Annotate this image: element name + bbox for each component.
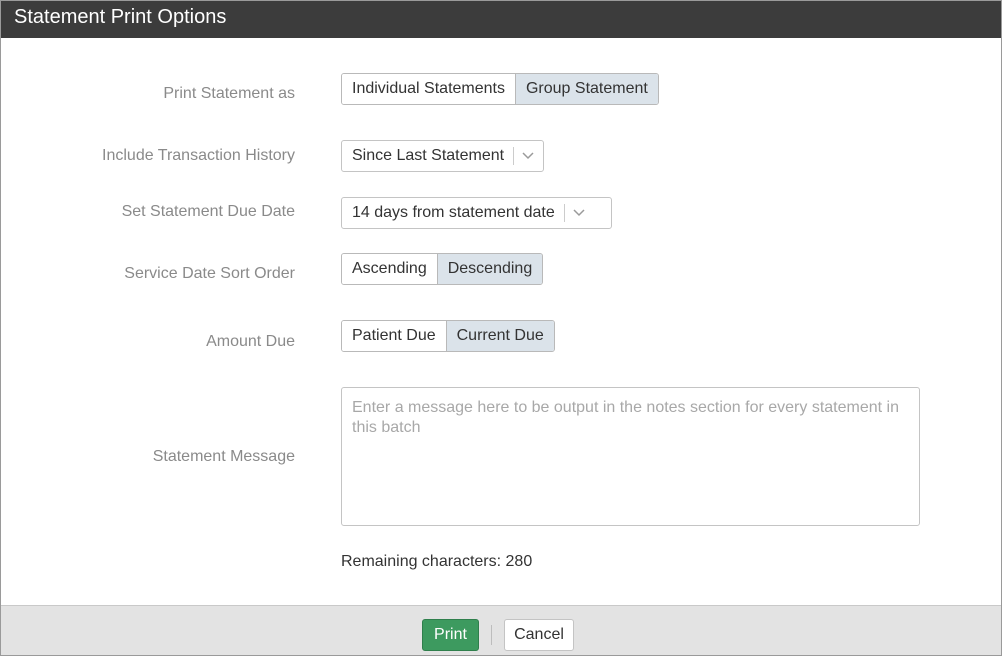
print-button[interactable]: Print: [422, 619, 479, 651]
chevron-down-icon: [565, 198, 593, 228]
print-as-label: Print Statement as: [163, 85, 295, 102]
transaction-history-value: Since Last Statement: [352, 147, 505, 164]
individual-statements-option[interactable]: Individual Statements: [342, 74, 515, 104]
due-date-value: 14 days from statement date: [352, 204, 555, 221]
due-date-select[interactable]: 14 days from statement date: [341, 197, 612, 229]
dialog-footer: Print Cancel: [1, 605, 1001, 655]
due-date-label: Set Statement Due Date: [121, 203, 295, 220]
statement-message-label: Statement Message: [152, 448, 295, 465]
sort-order-toggle: Ascending Descending: [341, 253, 544, 285]
patient-due-option[interactable]: Patient Due: [342, 321, 446, 351]
transaction-history-select[interactable]: Since Last Statement: [341, 140, 544, 172]
dialog-title: Statement Print Options: [1, 1, 1001, 38]
remaining-characters: Remaining characters: 280: [341, 553, 533, 570]
transaction-history-label: Include Transaction History: [102, 147, 295, 164]
amount-due-label: Amount Due: [206, 333, 295, 350]
amount-due-toggle: Patient Due Current Due: [341, 320, 555, 352]
print-as-toggle: Individual Statements Group Statement: [341, 73, 659, 105]
current-due-option[interactable]: Current Due: [445, 321, 554, 351]
cancel-button[interactable]: Cancel: [504, 619, 574, 651]
descending-option[interactable]: Descending: [436, 254, 543, 284]
group-statement-option[interactable]: Group Statement: [514, 74, 658, 104]
footer-divider: [491, 625, 492, 645]
ascending-option[interactable]: Ascending: [342, 254, 437, 284]
sort-order-label: Service Date Sort Order: [124, 265, 295, 282]
statement-message-textarea[interactable]: Enter a message here to be output in the…: [341, 387, 920, 526]
chevron-down-icon: [514, 141, 542, 171]
statement-print-options-dialog: Statement Print Options Print Statement …: [0, 0, 1002, 656]
